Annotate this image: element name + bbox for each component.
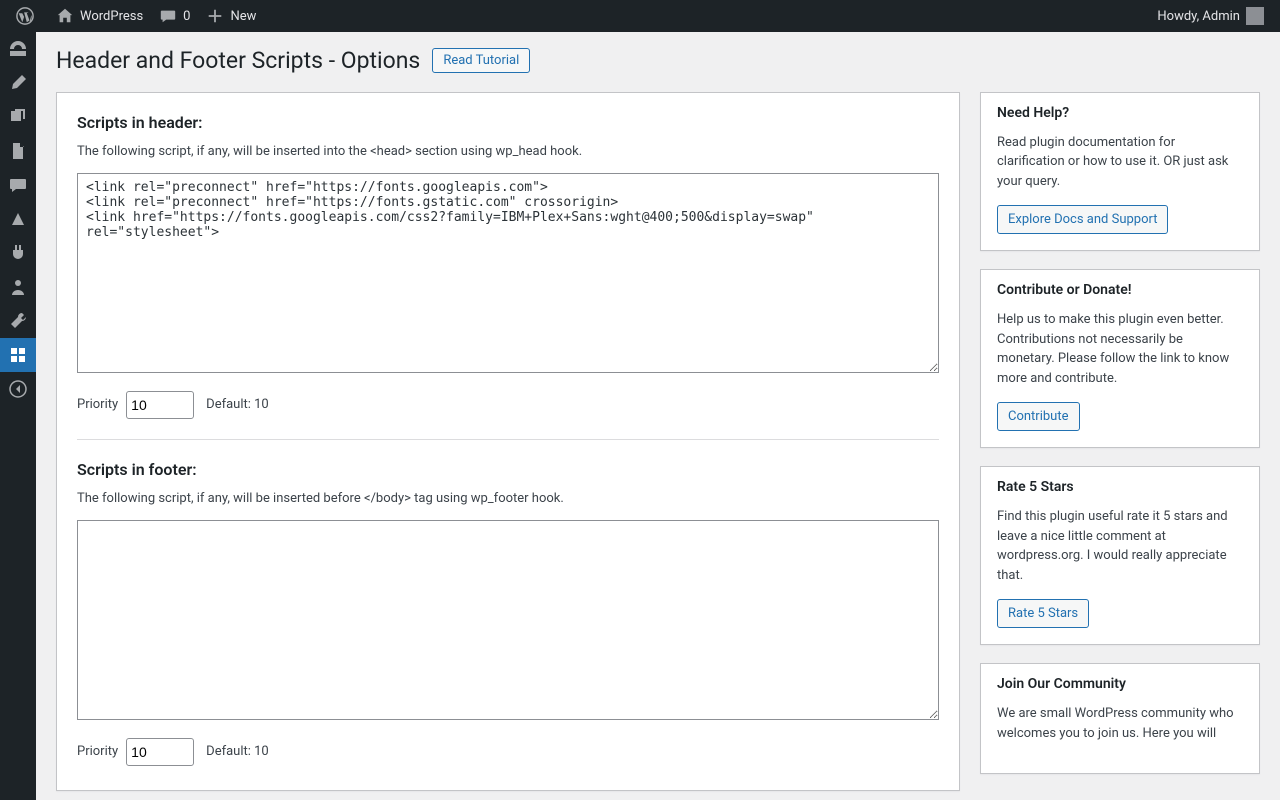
menu-pages[interactable] [0,134,36,168]
comments-link[interactable]: 0 [151,0,198,32]
site-name-label: WordPress [80,9,143,24]
content-area: Header and Footer Scripts - Options Read… [36,32,1280,800]
wordpress-logo-icon [16,7,34,25]
footer-priority-input[interactable] [126,738,194,766]
home-icon [56,7,74,25]
help-box: Need Help? Read plugin documentation for… [980,92,1260,252]
footer-scripts-desc: The following script, if any, will be in… [77,491,939,506]
header-priority-input[interactable] [126,391,194,419]
new-label: New [230,9,256,24]
header-scripts-desc: The following script, if any, will be in… [77,144,939,159]
menu-collapse[interactable] [0,372,36,406]
admin-bar: WordPress 0 New Howdy, Admin [0,0,1280,32]
menu-appearance[interactable] [0,202,36,236]
plus-icon [206,7,224,25]
help-box-title: Need Help? [997,105,1243,121]
menu-posts[interactable] [0,66,36,100]
main-form-box: Scripts in header: The following script,… [56,92,960,791]
avatar [1246,7,1264,25]
rate-box-text: Find this plugin useful rate it 5 stars … [997,507,1243,585]
section-divider [77,439,939,440]
community-box-text: We are small WordPress community who wel… [997,704,1243,743]
admin-menu [0,32,36,800]
contribute-button[interactable]: Contribute [997,402,1080,431]
rate-box-title: Rate 5 Stars [997,479,1243,495]
community-box-title: Join Our Community [997,676,1243,692]
howdy-account[interactable]: Howdy, Admin [1149,0,1272,32]
menu-comments[interactable] [0,168,36,202]
header-scripts-textarea[interactable] [77,173,939,373]
menu-dashboard[interactable] [0,32,36,66]
wp-logo-menu[interactable] [8,0,48,32]
explore-docs-button[interactable]: Explore Docs and Support [997,205,1168,234]
footer-priority-default: Default: 10 [206,744,269,759]
help-box-text: Read plugin documentation for clarificat… [997,133,1243,192]
footer-priority-label: Priority [77,744,118,759]
read-tutorial-button[interactable]: Read Tutorial [432,48,530,73]
page-title: Header and Footer Scripts - Options [56,46,420,76]
header-priority-default: Default: 10 [206,397,269,412]
new-content-link[interactable]: New [198,0,264,32]
menu-settings[interactable] [0,338,36,372]
menu-plugins[interactable] [0,236,36,270]
contribute-box-title: Contribute or Donate! [997,282,1243,298]
rate-box: Rate 5 Stars Find this plugin useful rat… [980,466,1260,645]
menu-tools[interactable] [0,304,36,338]
comments-count: 0 [183,9,190,24]
comment-icon [159,7,177,25]
howdy-label: Howdy, Admin [1157,9,1240,24]
header-priority-label: Priority [77,397,118,412]
menu-media[interactable] [0,100,36,134]
header-scripts-title: Scripts in header: [77,113,939,132]
footer-scripts-title: Scripts in footer: [77,460,939,479]
footer-scripts-textarea[interactable] [77,520,939,720]
community-box: Join Our Community We are small WordPres… [980,663,1260,774]
menu-users[interactable] [0,270,36,304]
site-name-link[interactable]: WordPress [48,0,151,32]
contribute-box-text: Help us to make this plugin even better.… [997,310,1243,388]
rate-button[interactable]: Rate 5 Stars [997,599,1089,628]
contribute-box: Contribute or Donate! Help us to make th… [980,269,1260,448]
